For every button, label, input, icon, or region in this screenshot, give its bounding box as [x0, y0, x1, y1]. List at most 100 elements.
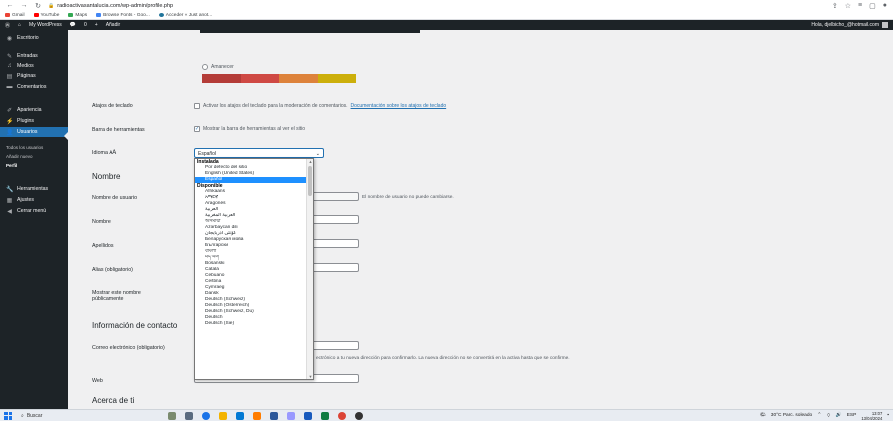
sidebar-item-medios[interactable]: ♫ Medios	[0, 61, 68, 71]
chrome-icon[interactable]	[202, 411, 210, 420]
input-language[interactable]: ESP	[847, 413, 857, 418]
address-bar[interactable]: 🔒 radioactivasantalucia.com/wp-admin/pro…	[48, 3, 826, 9]
toolbar-label: Barra de herramientas	[92, 127, 145, 133]
bookmark-maps[interactable]: Maps	[68, 13, 87, 18]
file-explorer-icon[interactable]	[219, 411, 227, 420]
add-new-link[interactable]: Añadir	[106, 22, 120, 28]
network-icon[interactable]: ⌔	[826, 413, 831, 419]
wrench-icon: 🔧	[6, 186, 14, 193]
url-text: radioactivasantalucia.com/wp-admin/profi…	[57, 2, 174, 9]
language-dropdown-list[interactable]: Instalada Por defecto del sitio English (U…	[194, 158, 314, 380]
share-icon[interactable]: ⇪	[832, 2, 838, 10]
task-view-icon[interactable]	[185, 411, 193, 420]
pin-icon: ✎	[6, 53, 13, 60]
color-scheme-option[interactable]: Amanecer	[202, 64, 234, 70]
admin-sidebar: ◉ Escritorio ✎ Entradas ♫ Medios ▤ Páginas ▬…	[0, 30, 68, 409]
shortcuts-doc-link[interactable]: Documentación sobre los atajos de teclad…	[351, 103, 447, 109]
sidebar-item-cerrar-menu[interactable]: ◀ Cerrar menú	[0, 206, 68, 216]
tray-arrow-icon[interactable]: ⌃	[817, 413, 821, 418]
submenu-anadir-nuevo[interactable]: Añadir nuevo	[6, 154, 33, 159]
star-icon[interactable]: ☆	[845, 2, 851, 10]
bookmark-acceder[interactable]: Acceder « Just anot...	[158, 13, 212, 18]
language-options: Instalada Por defecto del sitio English (U…	[195, 159, 308, 327]
selected-scheme-strip	[200, 30, 420, 33]
premiere-icon[interactable]	[287, 411, 295, 420]
excel-icon[interactable]	[321, 411, 329, 420]
settings-icon: ▦	[6, 197, 13, 204]
radio-icon[interactable]	[202, 64, 208, 70]
username-label: Nombre de usuario	[92, 195, 138, 201]
lock-icon: 🔒	[48, 2, 55, 9]
windows-start-icon[interactable]	[4, 411, 12, 420]
submenu-perfil[interactable]: Perfil	[6, 163, 17, 168]
bookmark-youtube[interactable]: YouTube	[33, 13, 59, 18]
gmail-icon	[5, 13, 10, 17]
store-icon[interactable]	[236, 411, 244, 420]
scroll-thumb[interactable]	[308, 166, 312, 196]
dropdown-scrollbar[interactable]: ▲ ▼	[306, 159, 313, 379]
comments-count[interactable]: 0	[84, 22, 87, 28]
wordpress-icon	[158, 13, 164, 17]
landscape-app-icon[interactable]	[168, 411, 176, 420]
photoshop-icon[interactable]	[270, 411, 278, 420]
add-new-icon: +	[94, 22, 98, 28]
sidebar-item-plugins[interactable]: ⚡ Plugins	[0, 116, 68, 126]
sidebar-item-escritorio[interactable]: ◉ Escritorio	[0, 33, 68, 43]
weather-text[interactable]: 30°C Parc. soleado	[771, 413, 812, 418]
notification-icon[interactable]: ▪	[887, 413, 889, 418]
swatch-1	[202, 74, 241, 83]
color-scheme-swatch[interactable]	[202, 74, 356, 83]
sidebar-item-usuarios[interactable]: 👤 Usuarios	[0, 127, 68, 137]
language-select[interactable]: Español ⌄	[194, 148, 324, 158]
home-icon: ⌂	[18, 22, 22, 28]
toolbar-row: ✓ Mostrar la barra de herramientas al ve…	[194, 126, 305, 132]
browser-icon[interactable]	[338, 411, 346, 420]
forward-icon[interactable]: →	[20, 2, 28, 9]
scroll-down-icon[interactable]: ▼	[307, 374, 313, 379]
weather-icon: 🌤	[759, 413, 766, 418]
sidebar-item-entradas[interactable]: ✎ Entradas	[0, 51, 68, 61]
site-name[interactable]: My WordPress	[29, 22, 62, 28]
search-icon: ⌕	[21, 412, 24, 419]
web-label: Web	[92, 378, 103, 384]
sidebar-item-ajustes[interactable]: ▦ Ajustes	[0, 195, 68, 205]
media-app-icon[interactable]	[355, 411, 363, 420]
display-name-label: Mostrar este nombre públicamente	[92, 290, 141, 302]
taskbar-search[interactable]: ⌕ Buscar	[18, 411, 88, 420]
reload-icon[interactable]: ↻	[34, 2, 42, 10]
volume-icon[interactable]: 🔊	[836, 413, 842, 418]
email-note: ectrónico a tu nueva dirección para conf…	[316, 356, 570, 361]
shortcuts-checkbox[interactable]	[194, 103, 200, 109]
maps-icon	[68, 13, 74, 17]
sidebar-item-paginas[interactable]: ▤ Páginas	[0, 71, 68, 81]
scroll-up-icon[interactable]: ▲	[307, 159, 313, 164]
submenu-todos-usuarios[interactable]: Todos los usuarios	[6, 145, 43, 150]
back-icon[interactable]: ←	[6, 2, 14, 9]
about-heading: Acerca de ti	[92, 396, 135, 405]
bookmark-fonts[interactable]: Browse Fonts - Goo...	[96, 13, 150, 18]
username-note: El nombre de usuario no puede cambiarse.	[362, 195, 454, 200]
page-icon: ▤	[6, 73, 13, 80]
language-option[interactable]: Deutsch (Sie)	[195, 321, 308, 327]
sidebar-item-apariencia[interactable]: ✐ Apariencia	[0, 105, 68, 115]
sidebar-item-herramientas[interactable]: 🔧 Herramientas	[0, 184, 68, 194]
bookmark-gmail[interactable]: Gmail	[5, 13, 25, 18]
sidebar-item-comentarios[interactable]: ▬ Comentarios	[0, 82, 68, 92]
profile-icon[interactable]: ●	[883, 2, 887, 10]
comment-icon[interactable]: 💬	[70, 22, 76, 28]
illustrator-icon[interactable]	[253, 411, 261, 420]
brush-icon: ✐	[6, 107, 13, 114]
swatch-4	[317, 74, 356, 83]
clock[interactable]: 13:07 13/04/2024	[861, 411, 882, 421]
windows-taskbar: ⌕ Buscar 🌤 30°C Parc. soleado ⌃ ⌔ 🔊 ESP …	[0, 409, 893, 421]
account-menu[interactable]: Hola, djelbicho_@hotmail.com	[811, 22, 888, 28]
swatch-2	[240, 74, 279, 83]
contact-heading: Información de contacto	[92, 321, 178, 330]
media-icon: ♫	[7, 63, 12, 69]
toolbar-checkbox[interactable]: ✓	[194, 126, 200, 132]
translation-icon: 🗚	[109, 150, 117, 156]
wordpress-logo-icon[interactable]: Ⓦ	[5, 22, 10, 29]
tabs-icon[interactable]: ≡	[858, 2, 862, 10]
split-icon[interactable]: ▢	[869, 2, 876, 10]
word-icon[interactable]	[304, 411, 312, 420]
